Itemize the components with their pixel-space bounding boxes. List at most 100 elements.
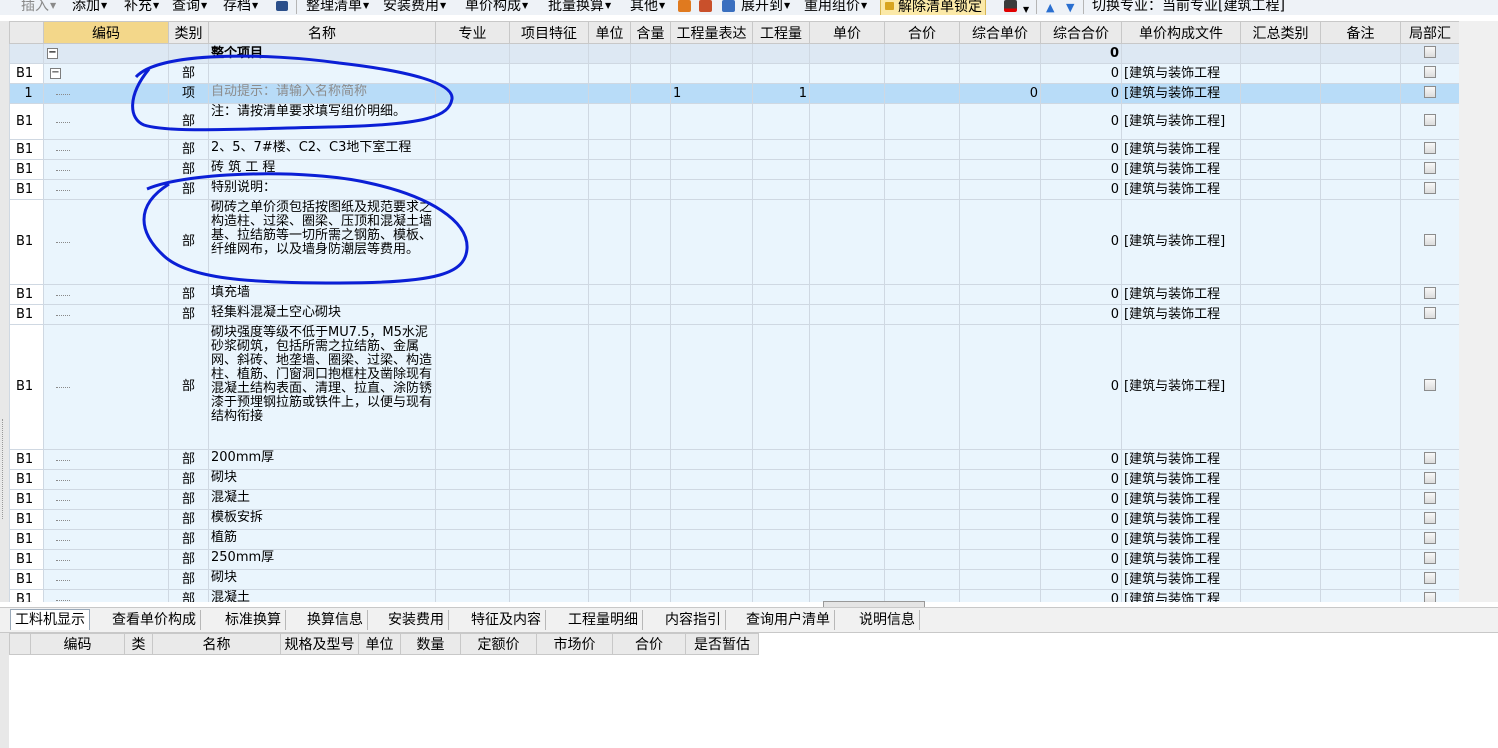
other-menu[interactable]: 其他▼ — [630, 0, 665, 15]
sub-header-total[interactable]: 合价 — [612, 633, 686, 655]
row-comp-total[interactable]: 0 — [1040, 83, 1122, 104]
unlock-list-button[interactable]: 解除清单锁定 — [880, 0, 986, 15]
tab-description[interactable]: 说明信息 — [855, 610, 920, 630]
row-qty[interactable] — [752, 469, 810, 490]
header-summary-category[interactable]: 汇总类别 — [1240, 21, 1321, 44]
row-code[interactable]: B1 — [9, 139, 44, 160]
row-price-file[interactable]: [建筑与装饰工程 — [1121, 569, 1241, 590]
row-code[interactable]: B1 — [9, 449, 44, 470]
row-comp-unit-price[interactable] — [959, 489, 1041, 510]
row-qty[interactable] — [752, 489, 810, 510]
checkbox[interactable] — [1424, 491, 1436, 504]
row-name[interactable]: 植筋 — [208, 529, 436, 550]
row-code[interactable]: B1 — [9, 103, 44, 140]
install-fee-menu[interactable]: 安装费用▼ — [383, 0, 446, 15]
row-price-file[interactable]: [建筑与装饰工程 — [1121, 589, 1241, 602]
row-qty[interactable] — [752, 159, 810, 180]
row-partial-summary[interactable] — [1400, 284, 1459, 305]
header-remark[interactable]: 备注 — [1320, 21, 1401, 44]
row-type[interactable]: 部 — [168, 449, 209, 470]
header-qty-expr[interactable]: 工程量表达 — [670, 21, 753, 44]
row-qty-expr[interactable] — [670, 449, 753, 470]
table-row[interactable]: B1 部模板安拆 0 [建筑与装饰工程 — [9, 509, 1459, 530]
row-tree[interactable] — [43, 324, 169, 450]
header-qty[interactable]: 工程量 — [752, 21, 810, 44]
row-type[interactable]: 部 — [168, 569, 209, 590]
table-row[interactable]: B1 部植筋 0 [建筑与装饰工程 — [9, 529, 1459, 550]
row-price-file[interactable]: [建筑与装饰工程] — [1121, 199, 1241, 285]
supplement-menu[interactable]: 补充▼ — [124, 0, 159, 15]
row-comp-total[interactable]: 0 — [1040, 103, 1122, 140]
row-qty[interactable] — [752, 179, 810, 200]
row-price-file[interactable]: [建筑与装饰工程 — [1121, 63, 1241, 84]
row-qty[interactable] — [752, 63, 810, 84]
row-comp-total[interactable]: 0 — [1040, 324, 1122, 450]
header-type[interactable]: 类别 — [168, 21, 209, 44]
sub-header-spec[interactable]: 规格及型号 — [280, 633, 359, 655]
tab-install-fee[interactable]: 安装费用 — [384, 610, 449, 630]
row-name[interactable]: 200mm厚 — [208, 449, 436, 470]
header-features[interactable]: 项目特征 — [509, 21, 589, 44]
row-name[interactable]: 混凝土 — [208, 489, 436, 510]
row-comp-total[interactable]: 0 — [1040, 569, 1122, 590]
row-tree[interactable] — [43, 83, 169, 104]
row-name[interactable] — [208, 63, 436, 84]
header-unit[interactable]: 单位 — [588, 21, 631, 44]
row-code[interactable]: B1 — [9, 569, 44, 590]
table-row[interactable]: B1 部砌块 0 [建筑与装饰工程 — [9, 469, 1459, 490]
row-partial-summary[interactable] — [1400, 449, 1459, 470]
row-comp-total[interactable]: 0 — [1040, 589, 1122, 602]
checkbox[interactable] — [1424, 141, 1436, 154]
header-content[interactable]: 含量 — [630, 21, 671, 44]
row-code[interactable]: B1 — [9, 159, 44, 180]
sub-header-market-price[interactable]: 市场价 — [536, 633, 613, 655]
row-comp-total[interactable]: 0 — [1040, 449, 1122, 470]
insert-menu[interactable]: 插入▼ — [21, 0, 56, 15]
unit-price-composition-menu[interactable]: 单价构成▼ — [465, 0, 528, 15]
row-comp-unit-price[interactable] — [959, 159, 1041, 180]
row-partial-summary[interactable] — [1400, 159, 1459, 180]
row-comp-unit-price[interactable] — [959, 199, 1041, 285]
row-comp-unit-price[interactable] — [959, 589, 1041, 602]
row-name[interactable]: 特别说明： — [208, 179, 436, 200]
tab-standard-conversion[interactable]: 标准换算 — [221, 610, 286, 630]
row-qty-expr[interactable] — [670, 324, 753, 450]
row-price-file[interactable]: [建筑与装饰工程] — [1121, 103, 1241, 140]
checkbox[interactable] — [1424, 161, 1436, 174]
row-qty-expr[interactable] — [670, 179, 753, 200]
row-comp-unit-price[interactable] — [959, 139, 1041, 160]
checkbox[interactable] — [1424, 181, 1436, 194]
checkbox[interactable] — [1424, 551, 1436, 564]
row-tree[interactable] — [43, 304, 169, 325]
row-comp-total[interactable]: 0 — [1040, 304, 1122, 325]
row-comp-total[interactable]: 0 — [1040, 199, 1122, 285]
row-name[interactable]: 250mm厚 — [208, 549, 436, 570]
row-tree[interactable] — [43, 199, 169, 285]
organize-menu[interactable]: 整理清单▼ — [306, 0, 369, 15]
row-name[interactable]: 砌块 — [208, 469, 436, 490]
sub-header-quota-price[interactable]: 定额价 — [460, 633, 537, 655]
row-code[interactable]: B1 — [9, 509, 44, 530]
header-specialty[interactable]: 专业 — [435, 21, 510, 44]
row-qty[interactable] — [752, 589, 810, 602]
row-comp-total[interactable]: 0 — [1040, 179, 1122, 200]
row-qty[interactable] — [752, 549, 810, 570]
row-name[interactable]: 砌块强度等级不低于MU7.5，M5水泥砂浆砌筑，包括所需之拉结筋、金属网、斜砖、… — [208, 324, 436, 450]
table-row[interactable]: B1 部砌砖之单价须包括按图纸及规范要求之构造柱、过梁、圈梁、压顶和混凝土墙基、拉… — [9, 199, 1459, 285]
checkbox[interactable] — [1424, 471, 1436, 484]
row-code[interactable]: B1 — [9, 489, 44, 510]
row-tree[interactable] — [43, 139, 169, 160]
row-comp-total[interactable]: 0 — [1040, 63, 1122, 84]
header-comp-unit-price[interactable]: 综合单价 — [959, 21, 1041, 44]
row-type[interactable]: 部 — [168, 139, 209, 160]
row-type[interactable]: 部 — [168, 529, 209, 550]
row-price-file[interactable]: [建筑与装饰工程 — [1121, 529, 1241, 550]
row-comp-unit-price[interactable] — [959, 63, 1041, 84]
header-partial-summary[interactable]: 局部汇 — [1400, 21, 1459, 44]
row-type[interactable]: 部 — [168, 179, 209, 200]
checkbox[interactable] — [1424, 85, 1436, 98]
row-partial-summary[interactable] — [1400, 549, 1459, 570]
row-comp-unit-price[interactable]: 0 — [959, 83, 1041, 104]
row-qty-expr[interactable] — [670, 304, 753, 325]
row-type[interactable]: 部 — [168, 469, 209, 490]
